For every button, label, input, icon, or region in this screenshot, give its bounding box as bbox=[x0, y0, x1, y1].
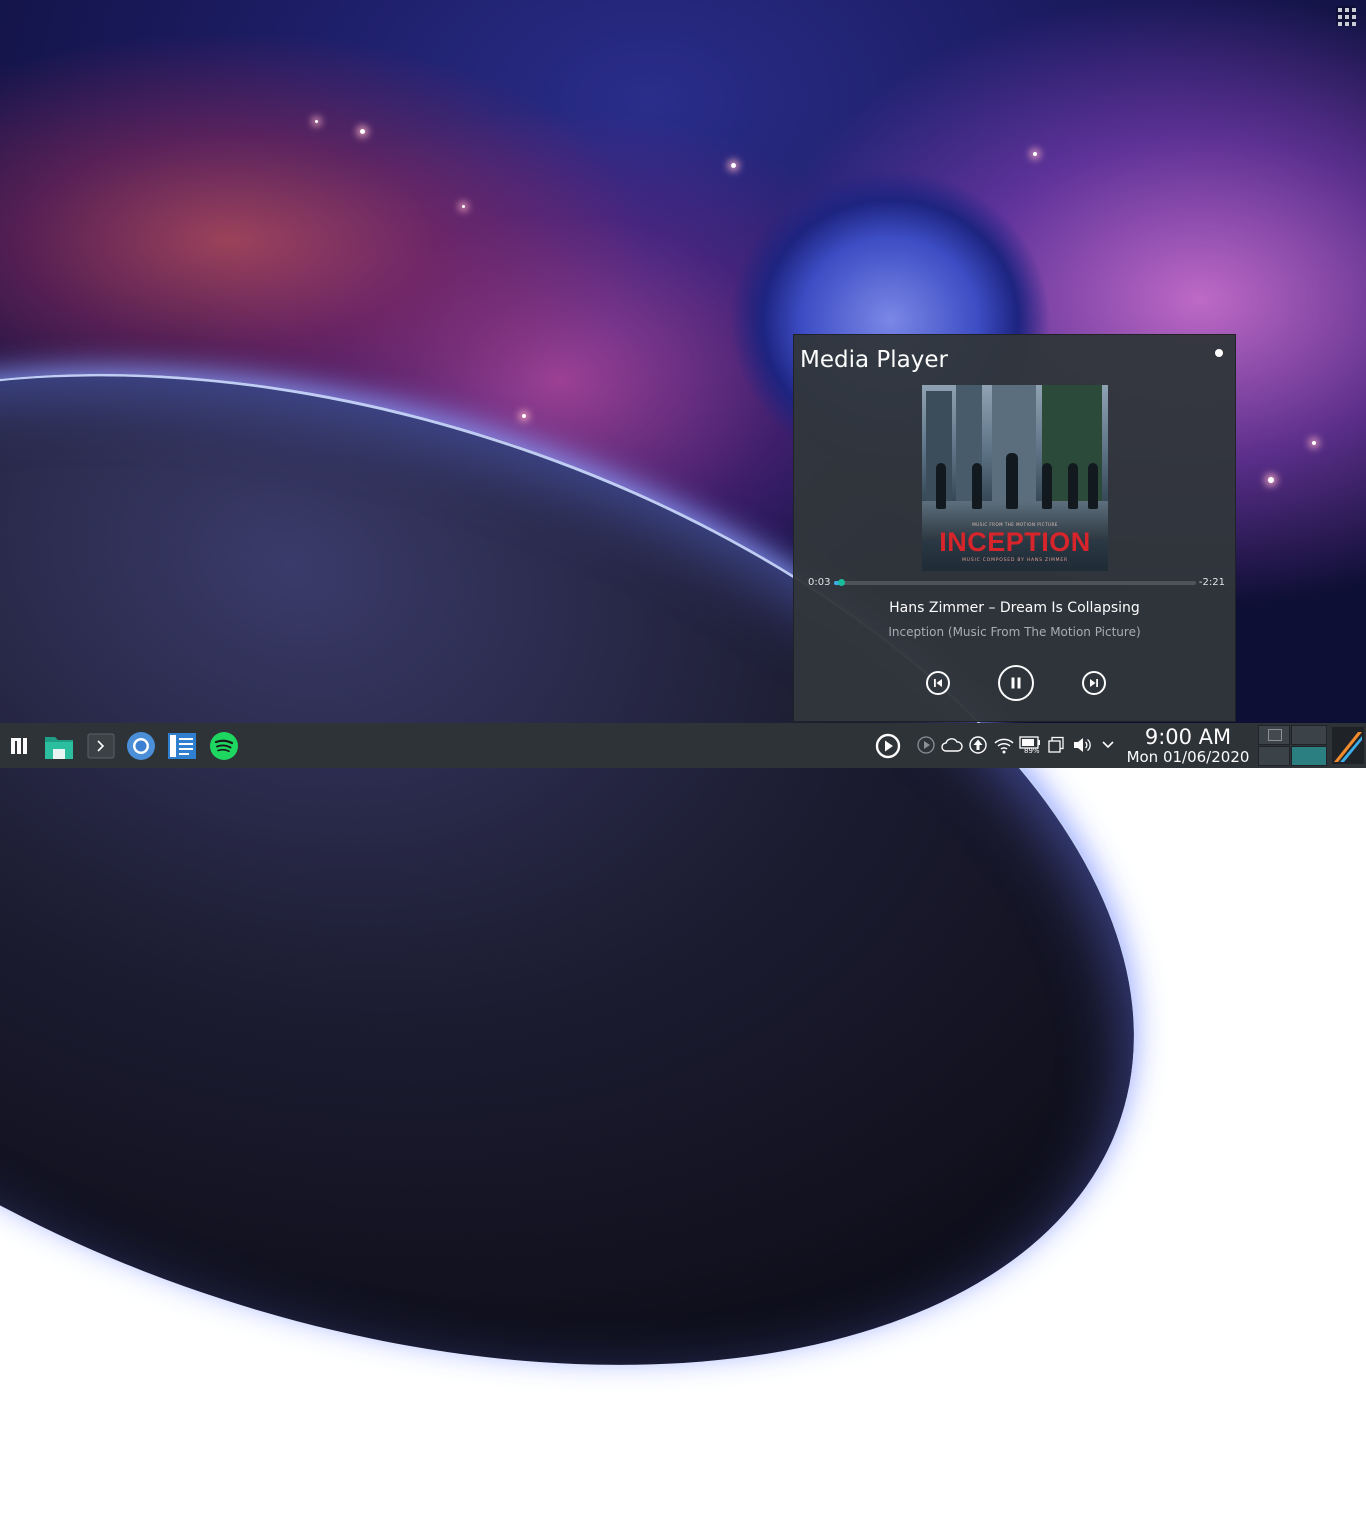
taskbar: 89% 9:00 AM Mon 01/06/2020 bbox=[0, 723, 1366, 768]
cover-composer: MUSIC COMPOSED BY HANS ZIMMER bbox=[962, 558, 1068, 563]
cover-figure bbox=[1068, 463, 1078, 509]
cloud-sync-icon[interactable] bbox=[941, 734, 963, 756]
chromium-browser-icon[interactable] bbox=[125, 730, 157, 762]
text-editor-icon[interactable] bbox=[166, 730, 198, 762]
next-track-button[interactable] bbox=[1082, 671, 1106, 695]
wallpaper-star bbox=[1312, 441, 1316, 445]
application-launcher-icon[interactable] bbox=[3, 730, 35, 762]
cover-title: INCEPTION bbox=[939, 527, 1091, 557]
terminal-icon[interactable] bbox=[85, 730, 117, 762]
volume-icon[interactable] bbox=[1071, 734, 1093, 756]
media-player-popup: Media Player MUSIC FROM THE MOTION PICTU… bbox=[793, 334, 1236, 722]
media-play-small-icon[interactable] bbox=[915, 734, 937, 756]
wallpaper-star bbox=[462, 205, 465, 208]
remaining-time: -2:21 bbox=[1198, 577, 1225, 588]
wallpaper-star bbox=[522, 414, 526, 418]
cover-figure bbox=[1088, 463, 1098, 509]
pause-button[interactable] bbox=[998, 665, 1034, 701]
pause-icon bbox=[1011, 677, 1021, 689]
pager-desktop-3[interactable] bbox=[1258, 746, 1290, 766]
spotify-icon[interactable] bbox=[208, 730, 240, 762]
album-title: Inception (Music From The Motion Picture… bbox=[888, 625, 1141, 639]
elapsed-time: 0:03 bbox=[808, 577, 831, 588]
song-title: Hans Zimmer – Dream Is Collapsing bbox=[889, 600, 1140, 616]
tray-expand-chevron-icon[interactable] bbox=[1097, 734, 1119, 756]
clock-time[interactable]: 9:00 AM bbox=[1123, 725, 1253, 749]
battery-indicator[interactable]: 89% bbox=[1019, 734, 1043, 756]
show-desktop-icon[interactable] bbox=[1332, 727, 1364, 764]
media-player-tray-icon[interactable] bbox=[874, 732, 902, 760]
seek-slider-handle[interactable] bbox=[838, 579, 846, 586]
wifi-icon[interactable] bbox=[993, 734, 1015, 756]
next-track-icon bbox=[1090, 679, 1098, 687]
cover-figure bbox=[1042, 463, 1052, 509]
wallpaper-star bbox=[731, 163, 736, 168]
app-grid-icon[interactable] bbox=[1336, 6, 1356, 26]
file-manager-icon[interactable] bbox=[43, 730, 75, 762]
cover-figure bbox=[972, 463, 982, 509]
pager-desktop-1[interactable] bbox=[1258, 725, 1290, 745]
popup-title: Media Player bbox=[800, 347, 948, 373]
wallpaper-star bbox=[1033, 152, 1037, 156]
wallpaper-star bbox=[1268, 477, 1274, 483]
wallpaper-star bbox=[360, 129, 365, 134]
pager-desktop-2[interactable] bbox=[1291, 725, 1327, 745]
previous-track-icon bbox=[934, 679, 942, 687]
seek-slider[interactable] bbox=[834, 579, 1196, 586]
updates-icon[interactable] bbox=[967, 734, 989, 756]
desktop-pager bbox=[1258, 725, 1330, 766]
album-cover: MUSIC FROM THE MOTION PICTURE INCEPTION … bbox=[922, 385, 1108, 571]
pager-desktop-4[interactable] bbox=[1291, 746, 1327, 766]
clipboard-icon[interactable] bbox=[1045, 734, 1067, 756]
wallpaper-star bbox=[315, 120, 318, 123]
pin-dot-icon[interactable] bbox=[1215, 349, 1223, 357]
cover-figure bbox=[1006, 453, 1018, 509]
clock-date[interactable]: Mon 01/06/2020 bbox=[1120, 748, 1256, 766]
previous-track-button[interactable] bbox=[926, 671, 950, 695]
battery-percent: 89% bbox=[1024, 747, 1040, 755]
cover-figure bbox=[936, 463, 946, 509]
